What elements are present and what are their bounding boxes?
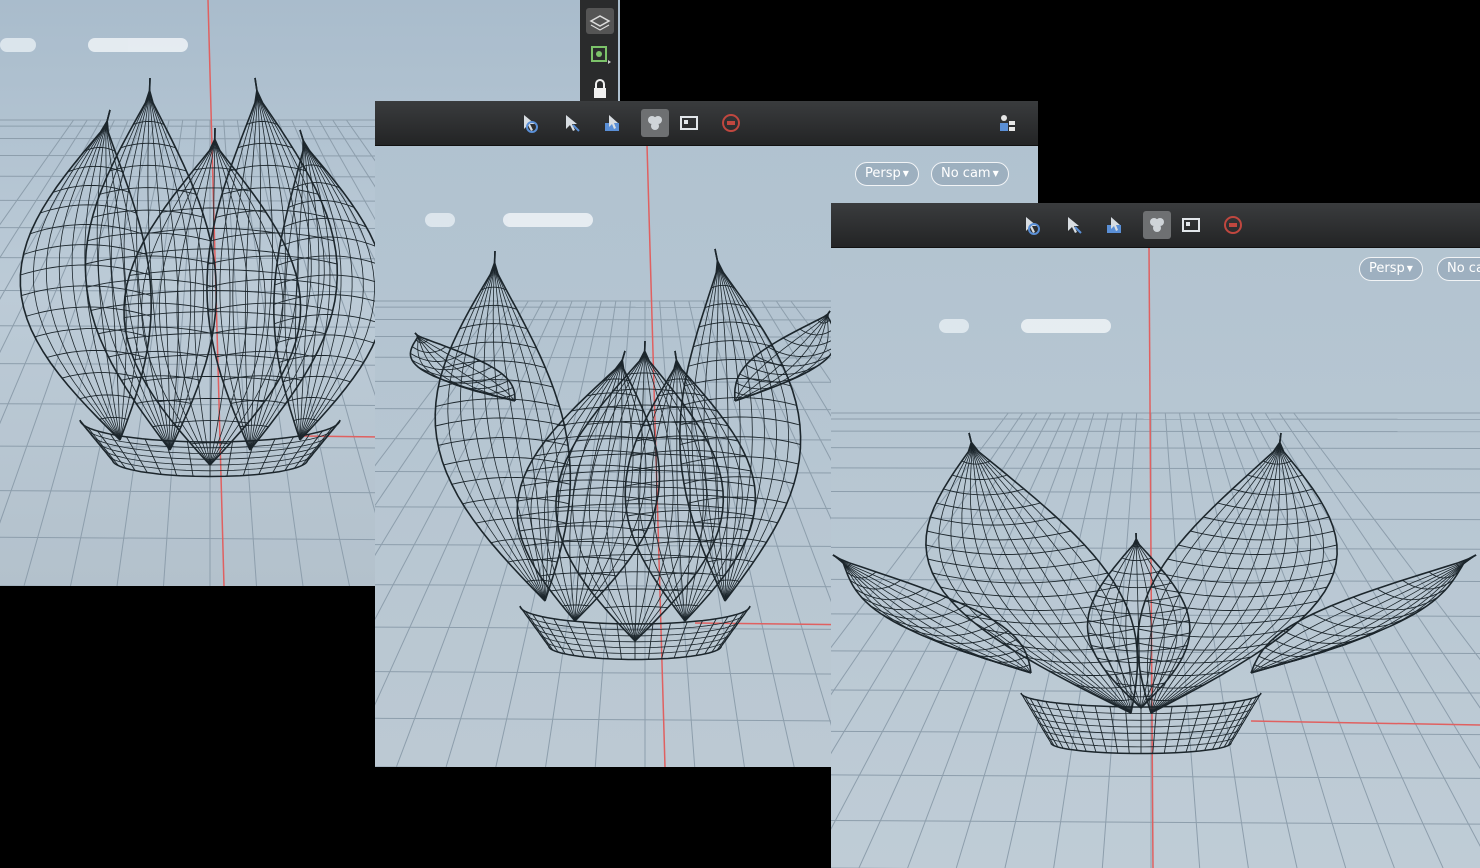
- snap-icon[interactable]: [1143, 211, 1171, 239]
- viewport-open-flower[interactable]: Persp ▼ No ca: [831, 203, 1480, 868]
- layers-button[interactable]: [586, 8, 614, 34]
- viewport-toolbar: [831, 203, 1480, 248]
- rotate-icon[interactable]: [599, 109, 627, 137]
- select-icon[interactable]: [1059, 211, 1087, 239]
- select-icon[interactable]: [557, 109, 585, 137]
- snap-icon[interactable]: [641, 109, 669, 137]
- stop-icon[interactable]: [1219, 211, 1247, 239]
- rotate-icon[interactable]: [1101, 211, 1129, 239]
- select-transform-icon[interactable]: [1017, 211, 1045, 239]
- lock-icon[interactable]: [586, 76, 614, 102]
- viewport-canvas[interactable]: [831, 203, 1480, 868]
- viewport-toolbar: [375, 101, 1038, 146]
- ceiling-reflection: [425, 213, 593, 227]
- layer-icon[interactable]: [993, 109, 1021, 137]
- render-button[interactable]: [586, 42, 614, 68]
- ceiling-reflection: [0, 38, 188, 52]
- side-toolbar: [580, 0, 618, 104]
- view-mode-dropdown[interactable]: Persp ▼: [1359, 257, 1423, 281]
- display-icon[interactable]: [1177, 211, 1205, 239]
- stop-icon[interactable]: [717, 109, 745, 137]
- camera-dropdown[interactable]: No cam ▼: [931, 162, 1009, 186]
- select-transform-icon[interactable]: [515, 109, 543, 137]
- view-mode-dropdown[interactable]: Persp ▼: [855, 162, 919, 186]
- display-icon[interactable]: [675, 109, 703, 137]
- camera-dropdown[interactable]: No ca: [1437, 257, 1480, 281]
- ceiling-reflection: [939, 319, 1111, 333]
